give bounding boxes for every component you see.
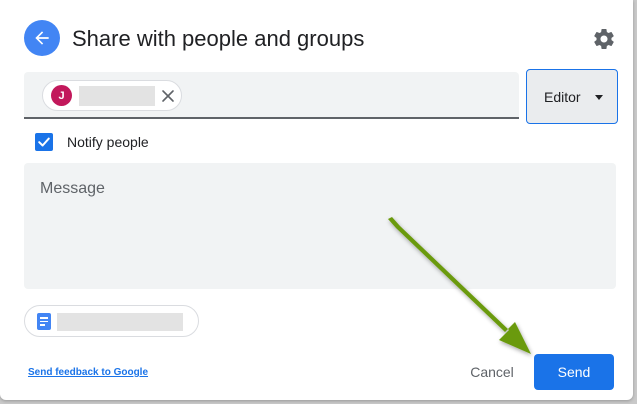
close-icon — [162, 90, 174, 102]
dialog-title: Share with people and groups — [72, 26, 365, 51]
notify-checkbox[interactable] — [35, 133, 53, 151]
back-button[interactable] — [24, 20, 60, 56]
send-feedback-link[interactable]: Send feedback to Google — [28, 367, 148, 378]
notify-label: Notify people — [67, 134, 149, 150]
avatar: J — [51, 85, 72, 106]
send-button[interactable]: Send — [534, 354, 614, 390]
gear-icon — [594, 29, 614, 49]
cancel-button[interactable]: Cancel — [456, 354, 528, 390]
redacted-email — [79, 86, 155, 106]
role-label: Editor — [544, 89, 581, 105]
document-icon — [37, 313, 51, 330]
settings-button[interactable] — [590, 25, 618, 53]
caret-down-icon — [595, 95, 603, 100]
recipient-input[interactable]: J — [24, 72, 519, 119]
redacted-document-name — [57, 313, 183, 331]
recipient-chip[interactable]: J — [42, 80, 182, 111]
remove-recipient-button[interactable] — [159, 87, 177, 105]
message-field[interactable] — [24, 163, 616, 289]
arrow-left-icon — [35, 31, 49, 45]
checkmark-icon — [38, 137, 50, 147]
attached-document-chip[interactable] — [24, 305, 199, 337]
role-dropdown[interactable]: Editor — [526, 69, 618, 124]
share-dialog: Share with people and groups J Editor No… — [0, 0, 633, 400]
